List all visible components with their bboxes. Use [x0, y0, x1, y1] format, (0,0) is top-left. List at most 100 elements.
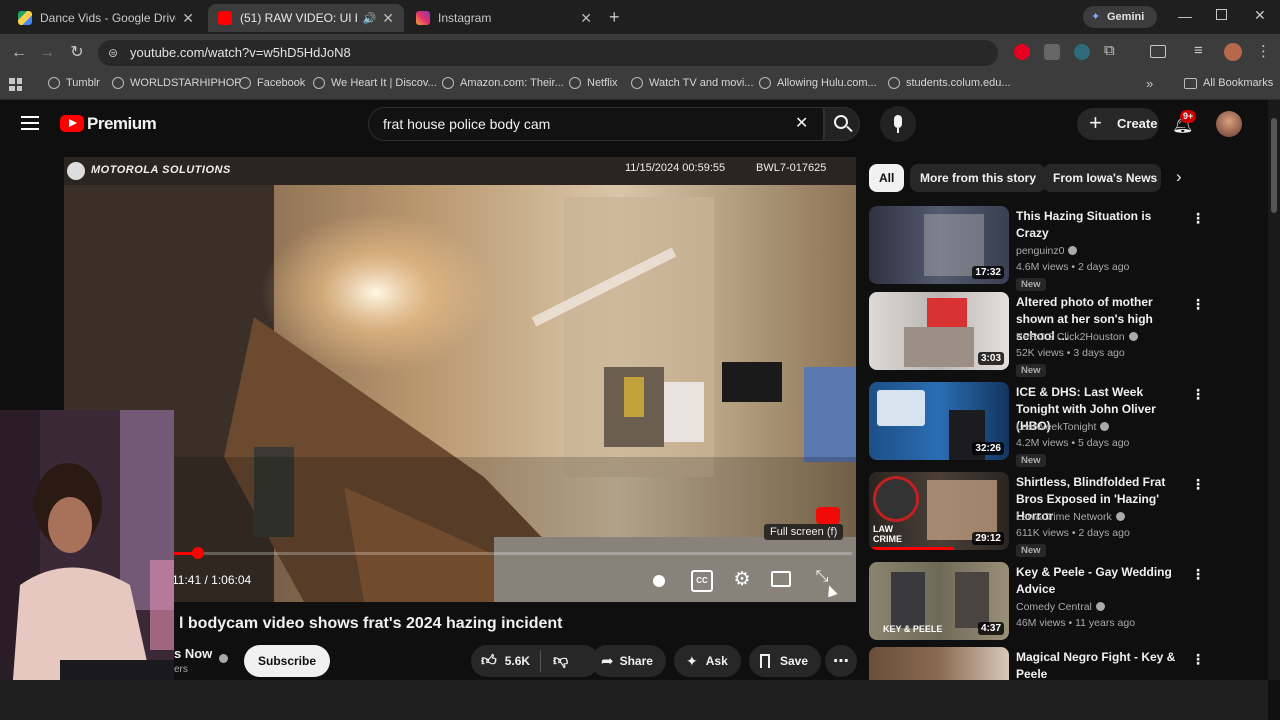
recommendation-title[interactable]: Magical Negro Fight - Key & Peele — [1016, 649, 1186, 680]
like-count[interactable]: 5.6K — [505, 654, 530, 668]
close-icon[interactable]: ✕ — [382, 10, 394, 27]
channel-name[interactable]: s Now — [174, 646, 212, 661]
close-window-button[interactable]: ✕ — [1254, 7, 1266, 24]
bookmark-hulu[interactable]: Allowing Hulu.com... — [759, 77, 877, 89]
extension-k-icon[interactable] — [1044, 44, 1060, 60]
more-options-icon[interactable]: ⋮ — [1191, 210, 1205, 227]
pinterest-extension-icon[interactable] — [1014, 44, 1030, 60]
search-input[interactable]: frat house police body cam ✕ — [368, 107, 824, 141]
video-player[interactable]: MOTOROLA SOLUTIONS 11/15/2024 00:59:55 B… — [64, 157, 856, 602]
search-button[interactable] — [824, 107, 860, 141]
recommendation-channel[interactable]: LastWeekTonight — [1016, 421, 1110, 433]
video-thumbnail[interactable]: 3:03 — [869, 292, 1009, 370]
reload-button[interactable]: ↻ — [66, 42, 88, 64]
gemini-button[interactable]: ✦ Gemini — [1083, 6, 1157, 28]
recommendation-item[interactable]: 32:26 ICE & DHS: Last Week Tonight with … — [869, 382, 1209, 467]
more-options-icon[interactable]: ⋮ — [1191, 476, 1205, 493]
recommendation-item[interactable]: LAW CRIME 29:12 Shirtless, Blindfolded F… — [869, 472, 1209, 557]
chip-from-iowa-news[interactable]: From Iowa's News N — [1043, 164, 1161, 192]
more-options-icon[interactable]: ⋮ — [1191, 386, 1205, 403]
profile-avatar[interactable] — [1224, 43, 1242, 61]
account-avatar[interactable] — [1216, 111, 1242, 137]
more-options-icon[interactable]: ⋮ — [1191, 651, 1205, 668]
extension-bolt-icon[interactable] — [1074, 44, 1090, 60]
recommendation-item[interactable]: KEY & PEELE 4:37 Key & Peele - Gay Weddi… — [869, 562, 1209, 642]
more-options-icon[interactable]: ⋮ — [1191, 296, 1205, 313]
recommendation-channel[interactable]: penguinz0 — [1016, 245, 1078, 257]
reading-list-icon[interactable]: ≡ — [1194, 42, 1203, 59]
maximize-button[interactable] — [1216, 9, 1227, 20]
back-button[interactable]: ← — [8, 42, 30, 64]
address-bar[interactable]: ⊜ youtube.com/watch?v=w5hD5HdJoN8 — [98, 40, 998, 66]
minimize-button[interactable]: — — [1178, 8, 1192, 24]
all-bookmarks[interactable]: All Bookmarks — [1184, 77, 1273, 89]
scrollbar-thumb[interactable] — [1271, 118, 1277, 213]
speaker-icon[interactable]: 🔊 — [363, 12, 377, 25]
youtube-premium-logo[interactable]: Premium — [87, 114, 157, 134]
extensions-puzzle-icon[interactable]: ⧉ — [1104, 42, 1115, 59]
recommendation-channel[interactable]: Comedy Central — [1016, 601, 1105, 613]
thumbs-down-icon[interactable]: 👎︎ — [553, 652, 568, 670]
site-info-icon[interactable]: ⊜ — [108, 40, 118, 66]
chrome-menu-icon[interactable]: ⋮ — [1256, 42, 1271, 60]
more-actions-icon[interactable]: ⋯ — [825, 645, 857, 677]
bookmark-worldstar[interactable]: WORLDSTARHIPHOP — [112, 77, 242, 89]
ask-label: Ask — [705, 654, 728, 668]
youtube-logo-icon[interactable] — [60, 115, 84, 132]
video-thumbnail[interactable]: KEY & PEELE 4:37 — [869, 562, 1009, 640]
bookmark-colum[interactable]: students.colum.edu... — [888, 77, 1011, 89]
close-icon[interactable]: ✕ — [182, 10, 194, 27]
recommendation-title[interactable]: This Hazing Situation is Crazy — [1016, 208, 1186, 242]
page-scrollbar[interactable] — [1268, 100, 1280, 680]
video-thumbnail[interactable] — [869, 647, 1009, 680]
duration-badge: 17:32 — [972, 266, 1004, 279]
bookmark-facebook[interactable]: Facebook — [239, 77, 305, 89]
ask-button[interactable]: ✦ Ask — [674, 645, 741, 677]
globe-icon — [239, 77, 251, 89]
recommendation-item[interactable]: Magical Negro Fight - Key & Peele ⋮ — [869, 647, 1209, 680]
chip-more-from-story[interactable]: More from this story — [910, 164, 1047, 192]
split-view-icon[interactable] — [1150, 45, 1166, 58]
recommendation-channel[interactable]: KPRC 2 Click2Houston — [1016, 331, 1138, 343]
youtube-watermark-icon[interactable] — [816, 507, 840, 524]
chip-all[interactable]: All — [869, 164, 905, 192]
autoplay-toggle[interactable] — [648, 570, 670, 592]
share-button[interactable]: ➦ Share — [591, 645, 666, 677]
progress-bar[interactable] — [174, 552, 852, 555]
tab-youtube[interactable]: (51) RAW VIDEO: UI bodyca 🔊 ✕ — [208, 4, 404, 32]
forward-button[interactable]: → — [36, 42, 58, 64]
theater-mode-icon[interactable] — [771, 571, 791, 587]
close-icon[interactable]: ✕ — [580, 10, 592, 27]
bookmark-weheartit[interactable]: We Heart It | Discov... — [313, 77, 437, 89]
recommendation-item[interactable]: 3:03 Altered photo of mother shown at he… — [869, 292, 1209, 377]
video-thumbnail[interactable]: 32:26 — [869, 382, 1009, 460]
save-button[interactable]: Save — [749, 645, 821, 677]
create-button[interactable]: + Create — [1077, 108, 1159, 140]
thumbs-up-icon[interactable]: 👍︎ — [481, 652, 497, 670]
subscribe-button[interactable]: Subscribe — [244, 645, 331, 677]
chevron-right-icon[interactable]: › — [1176, 167, 1182, 187]
settings-gear-icon[interactable]: ⚙ — [731, 568, 753, 590]
tab-google-drive[interactable]: Dance Vids - Google Drive ✕ — [8, 4, 204, 32]
bookmark-netflix[interactable]: Netflix — [569, 77, 618, 89]
video-thumbnail[interactable]: 17:32 — [869, 206, 1009, 284]
apps-grid-icon[interactable] — [9, 78, 22, 91]
tab-instagram[interactable]: Instagram ✕ — [406, 4, 602, 32]
bookmark-tumblr[interactable]: Tumblr — [48, 77, 100, 89]
more-bookmarks-icon[interactable]: » — [1146, 76, 1153, 91]
captions-icon[interactable]: CC — [691, 570, 713, 592]
new-badge: New — [1016, 278, 1046, 291]
bookmark-watch-tv[interactable]: Watch TV and movi... — [631, 77, 754, 89]
tab-title: (51) RAW VIDEO: UI bodyca — [240, 11, 357, 25]
clear-search-icon[interactable]: ✕ — [795, 108, 808, 140]
bookmark-amazon[interactable]: Amazon.com: Their... — [442, 77, 564, 89]
recommendation-channel[interactable]: Law&Crime Network — [1016, 511, 1125, 523]
recommendation-item[interactable]: 17:32 This Hazing Situation is Crazy pen… — [869, 206, 1209, 291]
video-thumbnail[interactable]: LAW CRIME 29:12 — [869, 472, 1009, 550]
verified-icon — [1115, 512, 1125, 521]
hamburger-menu-icon[interactable] — [21, 116, 39, 130]
more-options-icon[interactable]: ⋮ — [1191, 566, 1205, 583]
new-tab-button[interactable]: + — [609, 7, 620, 28]
voice-search-button[interactable] — [880, 106, 916, 142]
recommendation-title[interactable]: Key & Peele - Gay Wedding Advice — [1016, 564, 1186, 598]
